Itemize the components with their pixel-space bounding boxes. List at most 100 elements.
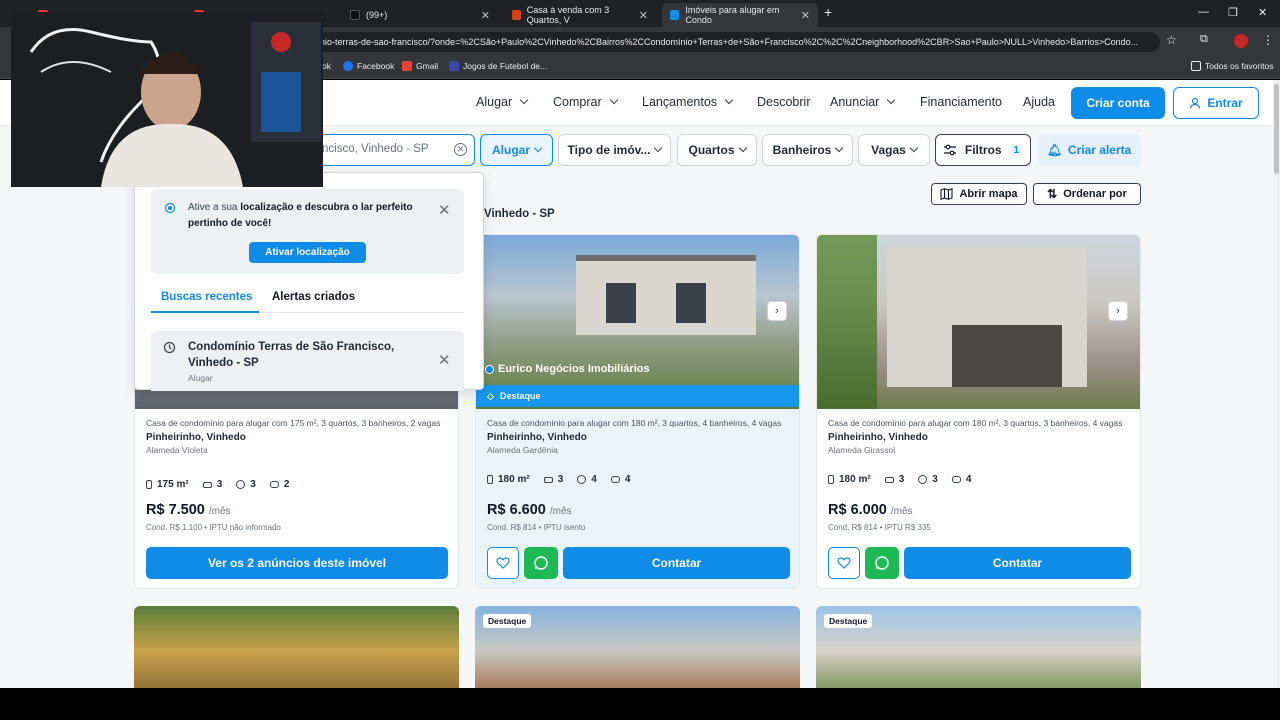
tipo-imovel-select[interactable]: Tipo de imóv... — [558, 134, 671, 166]
tab-alertas-criados[interactable]: Alertas criados — [272, 291, 355, 303]
bookmark[interactable]: ok — [322, 61, 331, 71]
nav-comprar[interactable]: Comprar — [553, 95, 618, 109]
nav-alugar[interactable]: Alugar — [476, 95, 529, 109]
whatsapp-button[interactable] — [865, 547, 899, 579]
listing-card[interactable]: Destaque — [816, 606, 1141, 688]
browser-tab-active[interactable]: Imóveis para alugar em Condo ✕ — [662, 3, 818, 27]
favorite-button[interactable] — [487, 547, 519, 579]
vagas-feature: 2 — [269, 479, 289, 490]
listing-street: Alameda Violeta — [146, 445, 208, 455]
new-tab-icon[interactable]: + — [824, 4, 832, 20]
listing-card[interactable]: Eurico Negócios Imobiliários › ◇ Destaqu… — [475, 234, 800, 589]
listing-card[interactable]: Destaque — [475, 606, 800, 688]
bookmark[interactable]: Gmail — [402, 61, 438, 71]
listing-photo[interactable] — [817, 235, 1140, 409]
bookmark[interactable]: Facebook — [343, 61, 394, 71]
filters-count-badge: 1 — [1009, 143, 1024, 157]
listing-card[interactable] — [134, 606, 459, 688]
tab-buscas-recentes[interactable]: Buscas recentes — [161, 291, 252, 303]
recent-search-mode: Alugar — [188, 373, 213, 383]
close-icon[interactable]: ✕ — [438, 201, 451, 219]
restore-icon[interactable]: ❐ — [1228, 6, 1238, 19]
webcam-image — [11, 12, 323, 187]
contatar-button[interactable]: Contatar — [904, 547, 1131, 579]
bookmark[interactable]: Jogos de Futebol de... — [449, 61, 547, 71]
listing-neighborhood: Pinheirinho, Vinhedo — [487, 432, 587, 443]
nav-ajuda[interactable]: Ajuda — [1023, 95, 1055, 109]
nav-descobrir[interactable]: Descobrir — [757, 95, 811, 109]
url-field[interactable]: nio-terras-de-sao-francisco/?onde=%2CSão… — [300, 32, 1160, 52]
verified-icon — [485, 365, 494, 374]
remove-recent-icon[interactable]: ✕ — [438, 351, 451, 369]
criar-alerta-button[interactable]: 🔔︎ Criar alerta — [1037, 134, 1141, 166]
close-icon[interactable]: ✕ — [481, 9, 490, 22]
star-icon[interactable]: ☆ — [1166, 33, 1177, 47]
destaque-bar: ◇ Destaque — [476, 385, 799, 407]
minimize-icon[interactable]: — — [1198, 6, 1209, 18]
banheiros-select[interactable]: Banheiros — [762, 134, 853, 166]
menu-icon[interactable]: ⋮ — [1262, 33, 1274, 47]
listing-features: 180 m² 3 3 4 — [828, 474, 971, 485]
chevron-down-icon — [909, 143, 919, 153]
close-icon[interactable]: ✕ — [801, 9, 810, 22]
heart-icon — [837, 557, 851, 569]
vagas-feature: 4 — [610, 474, 630, 485]
listing-card[interactable]: › Casa de condomínio para alugar com 180… — [816, 234, 1141, 589]
browser-tab[interactable]: (99+) ✕ — [342, 3, 498, 27]
listing-fees: Cond. R$ 1.100 • IPTU não informado — [146, 523, 281, 532]
search-input[interactable]: ncisco, Vinhedo - SP ✕ — [313, 134, 475, 166]
favorite-button[interactable] — [828, 547, 860, 579]
map-icon — [940, 188, 954, 200]
listing-neighborhood: Pinheirinho, Vinhedo — [828, 432, 928, 443]
region-title: Vinhedo - SP — [484, 208, 555, 220]
page-scrollbar[interactable] — [1273, 80, 1280, 688]
listing-price: R$ 6.600 /mês — [487, 502, 572, 518]
listing-photo[interactable]: Eurico Negócios Imobiliários — [476, 235, 799, 409]
nav-lancamentos[interactable]: Lançamentos — [642, 95, 734, 109]
filtros-button[interactable]: Filtros 1 — [935, 134, 1031, 166]
quartos-select[interactable]: Quartos — [677, 134, 757, 166]
location-prompt-text: Ative a sua localização e descubra o lar… — [188, 202, 413, 229]
bed-icon — [884, 476, 894, 483]
location-prompt: Ative a sua localização e descubra o lar… — [151, 189, 464, 274]
mode-select[interactable]: Alugar — [480, 134, 553, 166]
extensions-icon[interactable]: ⧉ — [1200, 33, 1208, 46]
whatsapp-icon — [875, 556, 889, 570]
user-icon — [1190, 97, 1201, 109]
criar-conta-button[interactable]: Criar conta — [1071, 87, 1165, 119]
browser-tab[interactable]: Casa à venda com 3 Quartos, V ✕ — [504, 3, 656, 27]
close-icon[interactable]: ✕ — [639, 9, 648, 22]
area-feature: 175 m² — [146, 479, 189, 490]
next-photo-button[interactable]: › — [767, 301, 787, 321]
scrollbar-thumb[interactable] — [1274, 84, 1279, 174]
nav-anunciar[interactable]: Anunciar — [830, 95, 896, 109]
car-icon — [610, 476, 620, 483]
facebook-icon — [343, 61, 353, 71]
listing-neighborhood: Pinheirinho, Vinhedo — [146, 432, 246, 443]
entrar-button[interactable]: Entrar — [1173, 87, 1259, 119]
window-close-icon[interactable]: ✕ — [1258, 6, 1267, 19]
webcam-overlay — [11, 12, 323, 187]
listing-fees: Cond. R$ 814 • IPTU isento — [487, 523, 586, 532]
whatsapp-button[interactable] — [524, 547, 558, 579]
listing-price: R$ 6.000 /mês — [828, 502, 913, 518]
nav-financiamento[interactable]: Financiamento — [920, 95, 1002, 109]
car-icon — [951, 476, 961, 483]
tab-title: (99+) — [366, 10, 388, 20]
tab-favicon — [670, 10, 680, 20]
chevron-down-icon — [654, 143, 663, 153]
next-photo-button[interactable]: › — [1108, 301, 1128, 321]
profile-avatar[interactable] — [1234, 34, 1248, 48]
ordenar-por-button[interactable]: ⇅ Ordenar por — [1033, 183, 1141, 205]
vagas-select[interactable]: Vagas — [858, 134, 930, 166]
abrir-mapa-button[interactable]: Abrir mapa — [931, 183, 1027, 205]
ver-anuncios-button[interactable]: Ver os 2 anúncios deste imóvel — [146, 547, 448, 579]
area-feature: 180 m² — [828, 474, 871, 485]
quartos-feature: 3 — [543, 474, 563, 485]
clear-search-icon[interactable]: ✕ — [454, 143, 467, 156]
recent-search-item[interactable]: Condomínio Terras de São Francisco, Vinh… — [151, 331, 464, 391]
bookmark-folder[interactable]: Todos os favoritos — [1191, 61, 1274, 71]
ativar-localizacao-button[interactable]: Ativar localização — [249, 242, 366, 263]
bell-icon: 🔔︎ — [1046, 143, 1062, 157]
contatar-button[interactable]: Contatar — [563, 547, 790, 579]
